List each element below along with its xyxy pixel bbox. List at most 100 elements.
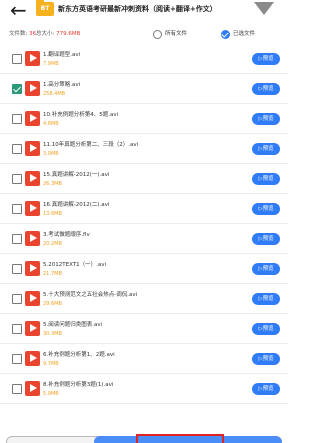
- file-row[interactable]: 8.补充例题分析第3题(1).avi 5.9MB ▷预览: [0, 374, 288, 404]
- video-file-icon: [25, 81, 40, 96]
- preview-button[interactable]: ▷预览: [252, 293, 280, 305]
- total-size: 总大小: 779.6MB: [36, 27, 80, 41]
- file-row[interactable]: 11.10年真题分析第二、三段（2）.avi 3.0MB ▷预览: [0, 134, 288, 164]
- file-checkbox[interactable]: [12, 174, 22, 184]
- file-checkbox[interactable]: [12, 294, 22, 304]
- file-checkbox[interactable]: [12, 324, 22, 334]
- preview-label: 预览: [262, 236, 274, 242]
- file-name: 8.补充例题分析第3题(1).avi: [43, 382, 114, 388]
- file-checkbox[interactable]: [12, 114, 22, 124]
- file-name: 5.2012TEXT1（一）.avi: [43, 262, 107, 268]
- video-file-icon: [25, 261, 40, 276]
- preview-button[interactable]: ▷预览: [252, 353, 280, 365]
- file-checkbox[interactable]: [12, 84, 22, 94]
- file-row[interactable]: 5.阅读问题归类图表.avi 30.3MB ▷预览: [0, 314, 288, 344]
- file-size: 3.0MB: [43, 151, 59, 157]
- file-name: 3.考试做题顺序.flv: [43, 232, 90, 238]
- preview-button[interactable]: ▷预览: [252, 323, 280, 335]
- preview-label: 预览: [262, 56, 274, 62]
- bottom-action-bar: [0, 434, 288, 443]
- preview-label: 预览: [262, 176, 274, 182]
- selected-files-radio[interactable]: [221, 30, 230, 39]
- preview-label: 预览: [262, 296, 274, 302]
- file-row[interactable]: 1.高分策略.avi 258.4MB ▷预览: [0, 74, 288, 104]
- file-row[interactable]: 3.考试做题顺序.flv 20.2MB ▷预览: [0, 224, 288, 254]
- video-file-icon: [25, 171, 40, 186]
- preview-label: 预览: [262, 266, 274, 272]
- file-checkbox[interactable]: [12, 144, 22, 154]
- file-size: 7.9MB: [43, 61, 59, 67]
- preview-label: 预览: [262, 86, 274, 92]
- file-checkbox[interactable]: [12, 384, 22, 394]
- file-row[interactable]: 10.补充例题分析第4、5题.avi 4.8MB ▷预览: [0, 104, 288, 134]
- file-name: 6.补充例题分析第1、2题.avi: [43, 352, 115, 358]
- file-name: 5.阅读问题归类图表.avi: [43, 322, 103, 328]
- file-row[interactable]: 1.翻译题型.avi 7.9MB ▷预览: [0, 44, 288, 74]
- preview-button[interactable]: ▷预览: [252, 203, 280, 215]
- file-checkbox[interactable]: [12, 354, 22, 364]
- video-file-icon: [25, 111, 40, 126]
- preview-button[interactable]: ▷预览: [252, 383, 280, 395]
- file-row[interactable]: 15.真题讲解-2012(一).avi 26.3MB ▷预览: [0, 164, 288, 194]
- highlight-box: [136, 434, 224, 443]
- back-arrow-icon[interactable]: ←: [10, 0, 27, 20]
- video-file-icon: [25, 321, 40, 336]
- preview-button[interactable]: ▷预览: [252, 83, 280, 95]
- file-row[interactable]: 6.补充例题分析第1、2题.avi 9.7MB ▷预览: [0, 344, 288, 374]
- all-files-label[interactable]: 所有文件: [165, 27, 187, 41]
- video-file-icon: [25, 141, 40, 156]
- preview-label: 预览: [262, 386, 274, 392]
- folder-badge: BT: [40, 5, 50, 12]
- video-file-icon: [25, 51, 40, 66]
- selected-files-label[interactable]: 已选文件: [233, 27, 255, 41]
- file-name: 10.补充例题分析第4、5题.avi: [43, 112, 119, 118]
- file-size: 9.7MB: [43, 361, 59, 367]
- preview-button[interactable]: ▷预览: [252, 233, 280, 245]
- file-size: 258.4MB: [43, 91, 66, 97]
- file-name: 11.10年真题分析第二、三段（2）.avi: [43, 142, 139, 148]
- preview-button[interactable]: ▷预览: [252, 143, 280, 155]
- file-checkbox[interactable]: [12, 204, 22, 214]
- preview-label: 预览: [262, 356, 274, 362]
- preview-label: 预览: [262, 326, 274, 332]
- file-checkbox[interactable]: [12, 54, 22, 64]
- total-size-label: 总大小:: [36, 31, 55, 37]
- file-size: 5.9MB: [43, 391, 59, 397]
- file-count-label: 文件数:: [9, 31, 28, 37]
- file-count: 文件数: 36: [9, 27, 36, 41]
- folder-icon: BT: [36, 0, 54, 16]
- file-checkbox[interactable]: [12, 264, 22, 274]
- file-row[interactable]: 5.2012TEXT1（一）.avi 21.7MB ▷预览: [0, 254, 288, 284]
- file-size: 20.2MB: [43, 241, 62, 247]
- file-name: 16.真题讲解-2012(二).avi: [43, 202, 110, 208]
- video-file-icon: [25, 201, 40, 216]
- video-file-icon: [25, 231, 40, 246]
- preview-button[interactable]: ▷预览: [252, 263, 280, 275]
- preview-label: 预览: [262, 116, 274, 122]
- file-row[interactable]: 5.十大预测范文之五社会热点-调侃.avi 29.6MB ▷预览: [0, 284, 288, 314]
- file-checkbox[interactable]: [12, 234, 22, 244]
- file-name: 1.翻译题型.avi: [43, 52, 81, 58]
- top-bar: ← BT 新东方英语考研最新冲刺资料（阅读+翻译+作文）: [0, 0, 288, 26]
- preview-label: 预览: [262, 206, 274, 212]
- file-size: 26.3MB: [43, 181, 62, 187]
- page-title: 新东方英语考研最新冲刺资料（阅读+翻译+作文）: [58, 5, 217, 13]
- file-name: 5.十大预测范文之五社会热点-调侃.avi: [43, 292, 138, 298]
- video-file-icon: [25, 381, 40, 396]
- file-row[interactable]: 16.真题讲解-2012(二).avi 13.6MB ▷预览: [0, 194, 288, 224]
- preview-button[interactable]: ▷预览: [252, 113, 280, 125]
- file-size: 21.7MB: [43, 271, 62, 277]
- preview-button[interactable]: ▷预览: [252, 53, 280, 65]
- file-list: 1.翻译题型.avi 7.9MB ▷预览 1.高分策略.avi 258.4MB ▷预览 10…: [0, 44, 288, 404]
- file-name: 1.高分策略.avi: [43, 82, 81, 88]
- file-summary-bar: 文件数: 36 总大小: 779.6MB 所有文件 已选文件: [0, 27, 288, 41]
- video-file-icon: [25, 351, 40, 366]
- all-files-radio[interactable]: [153, 30, 162, 39]
- file-size: 13.6MB: [43, 211, 62, 217]
- download-icon[interactable]: [254, 2, 274, 15]
- file-size: 30.3MB: [43, 331, 62, 337]
- preview-button[interactable]: ▷预览: [252, 173, 280, 185]
- file-name: 15.真题讲解-2012(一).avi: [43, 172, 110, 178]
- file-size: 4.8MB: [43, 121, 59, 127]
- file-size: 29.6MB: [43, 301, 62, 307]
